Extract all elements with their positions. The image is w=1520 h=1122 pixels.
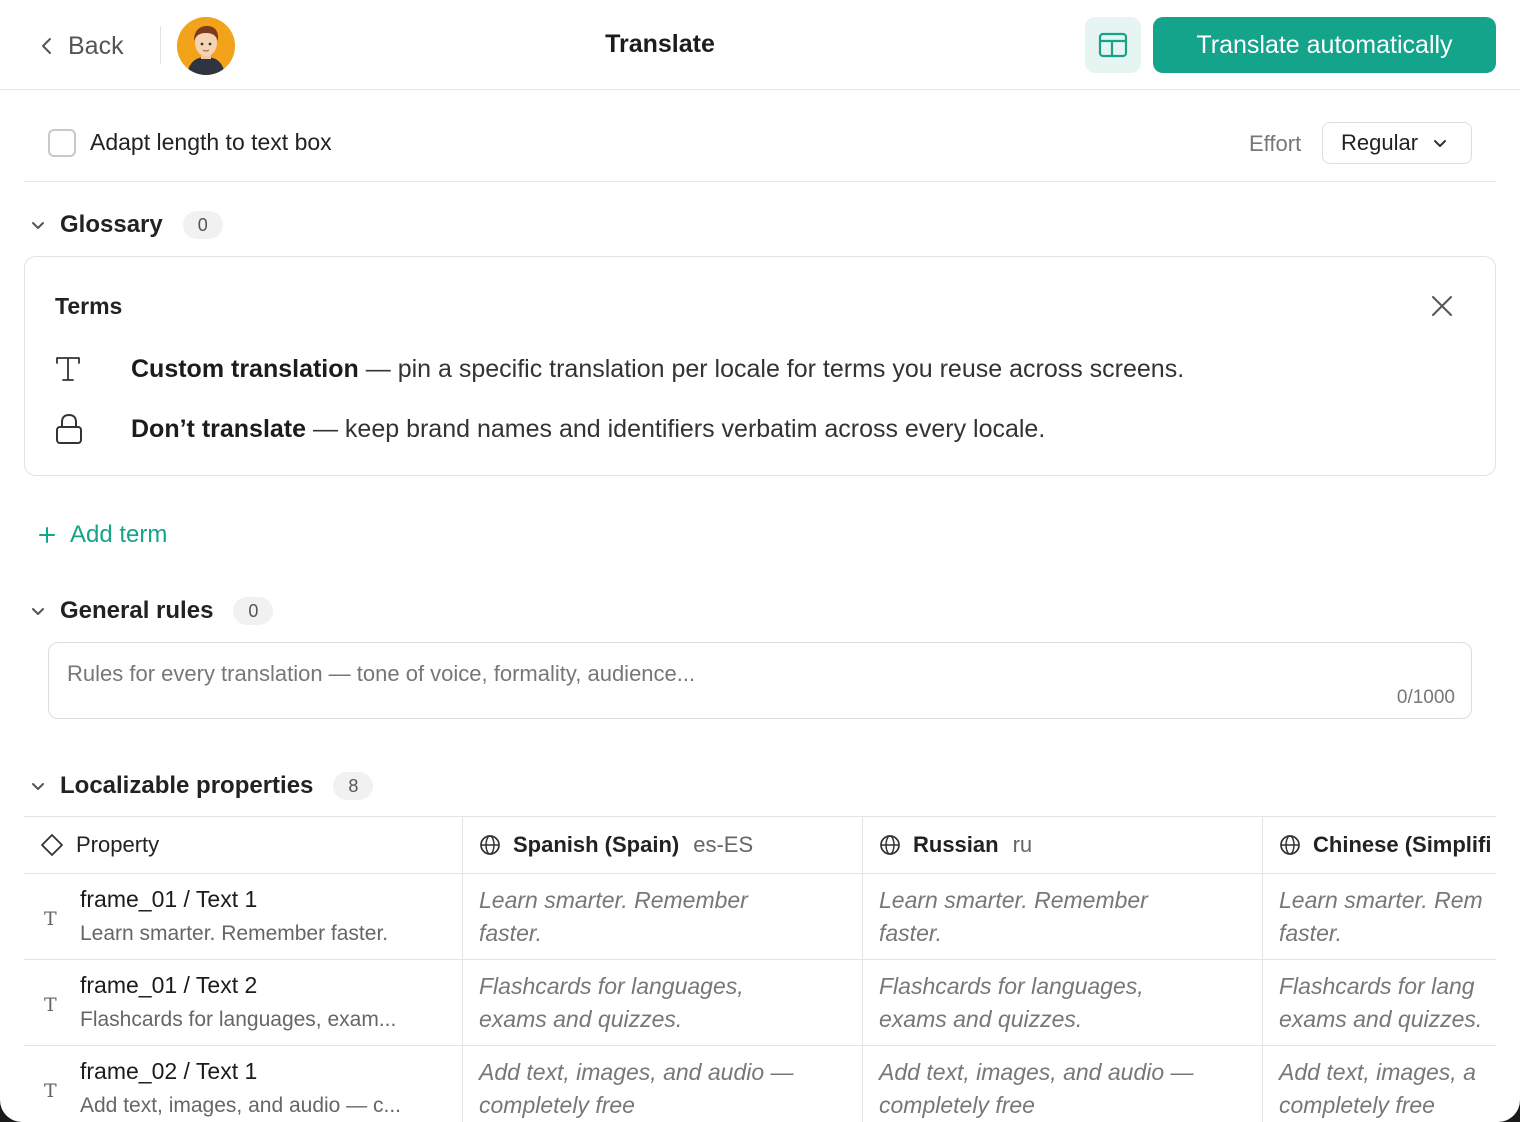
- locale-column-header[interactable]: Spanish (Spain) es-ES: [463, 817, 862, 874]
- locale-column-header[interactable]: Russian ru: [863, 817, 1262, 874]
- translation-text: Learn smarter. Remember faster.: [879, 887, 1148, 946]
- translation-text: Add text, images, and audio — completely…: [479, 1059, 794, 1118]
- table-row[interactable]: T frame_01 / Text 2 Flashcards for langu…: [24, 960, 462, 1046]
- term-info-text: — pin a specific translation per locale …: [358, 354, 1185, 383]
- terms-info-card: Terms Custom translation — pin a specifi…: [24, 256, 1496, 476]
- options-row: Adapt length to text box Effort Regular: [24, 91, 1496, 182]
- translation-cell[interactable]: Learn smarter. Remember faster.: [463, 874, 862, 960]
- translation-cell[interactable]: Learn smarter. Remember faster.: [863, 874, 1262, 960]
- chevron-down-icon: [32, 608, 44, 615]
- translate-panel: Back Translate Translate automatically A…: [0, 0, 1520, 1122]
- adapt-length-checkbox[interactable]: [48, 129, 76, 157]
- translation-text: Flashcards for languages, exams and quiz…: [479, 973, 744, 1032]
- localizable-count-badge: 8: [333, 772, 374, 800]
- text-icon: T: [44, 1080, 57, 1102]
- property-source-text: Flashcards for languages, exam...: [80, 1008, 397, 1031]
- table-row[interactable]: T frame_01 / Text 1 Learn smarter. Remem…: [24, 874, 462, 960]
- text-icon: [56, 357, 80, 381]
- chevron-down-icon: [32, 783, 44, 790]
- term-info-text: — keep brand names and identifiers verba…: [306, 414, 1046, 443]
- translation-cell[interactable]: Flashcards for languages, exams and quiz…: [863, 960, 1262, 1046]
- plus-icon: [39, 527, 55, 543]
- translation-cell[interactable]: Add text, images, a completely free: [1263, 1046, 1496, 1122]
- property-column: Property T frame_01 / Text 1 Learn smart…: [24, 817, 463, 1122]
- property-header-label: Property: [76, 832, 160, 857]
- translation-text: Learn smarter. Remember faster.: [479, 887, 748, 946]
- translation-cell[interactable]: Learn smarter. Rem faster.: [1263, 874, 1496, 960]
- locale-column-header[interactable]: Chinese (Simplifi: [1263, 817, 1496, 874]
- property-source-text: Add text, images, and audio — c...: [80, 1094, 402, 1117]
- locale-column-ru: Russian ru Learn smarter. Remember faste…: [863, 817, 1263, 1122]
- header-bar: Back Translate Translate automatically: [0, 0, 1520, 90]
- chevron-down-icon: [1434, 140, 1447, 147]
- locale-column-es: Spanish (Spain) es-ES Learn smarter. Rem…: [463, 817, 863, 1122]
- translation-text: Add text, images, and audio — completely…: [879, 1059, 1194, 1118]
- locale-name: Chinese (Simplifi: [1313, 832, 1492, 857]
- globe-icon: [1280, 835, 1300, 855]
- general-rules-section-toggle[interactable]: General rules 0: [30, 594, 274, 628]
- translation-cell[interactable]: Flashcards for lang exams and quizzes.: [1263, 960, 1496, 1046]
- glossary-section-toggle[interactable]: Glossary 0: [30, 208, 223, 242]
- locale-code: ru: [1012, 832, 1033, 857]
- diamond-icon: [41, 834, 63, 856]
- locale-code: es-ES: [693, 832, 754, 857]
- globe-icon: [480, 835, 500, 855]
- glossary-title: Glossary: [60, 211, 163, 238]
- text-icon: T: [44, 994, 57, 1016]
- table-row[interactable]: T frame_02 / Text 1 Add text, images, an…: [24, 1046, 462, 1122]
- property-column-header[interactable]: Property: [24, 817, 462, 874]
- layout-panel-icon: [1098, 32, 1128, 58]
- add-term-label: Add term: [70, 521, 168, 548]
- adapt-length-label: Adapt length to text box: [90, 129, 332, 155]
- term-info-bold: Don’t translate: [131, 414, 307, 443]
- property-name: frame_02 / Text 1: [80, 1058, 258, 1084]
- close-icon[interactable]: [1427, 291, 1457, 321]
- lock-icon: [56, 413, 82, 444]
- general-rules-field: 0/1000: [48, 642, 1472, 719]
- text-icon: T: [44, 908, 57, 930]
- translate-automatically-button[interactable]: Translate automatically: [1153, 17, 1496, 73]
- translation-text: Flashcards for lang exams and quizzes.: [1279, 973, 1483, 1032]
- chevron-down-icon: [32, 222, 44, 229]
- glossary-count-badge: 0: [182, 211, 223, 239]
- term-info-bold: Custom translation: [131, 354, 359, 383]
- locale-column-zh: Chinese (Simplifi Learn smarter. Rem fas…: [1263, 817, 1496, 1122]
- effort-select[interactable]: Regular: [1322, 122, 1472, 164]
- add-term-button[interactable]: Add term: [38, 518, 167, 552]
- locale-name: Russian: [913, 832, 999, 857]
- localizable-table: Property T frame_01 / Text 1 Learn smart…: [24, 816, 1496, 1122]
- layout-toggle-button[interactable]: [1085, 17, 1141, 73]
- translation-cell[interactable]: Add text, images, and audio — completely…: [463, 1046, 862, 1122]
- effort-label: Effort: [1249, 131, 1302, 156]
- term-info-custom-translation: Custom translation — pin a specific tran…: [55, 351, 1184, 387]
- translation-text: Learn smarter. Rem faster.: [1279, 887, 1483, 946]
- property-name: frame_01 / Text 2: [80, 972, 258, 998]
- globe-icon: [880, 835, 900, 855]
- property-name: frame_01 / Text 1: [80, 886, 258, 912]
- localizable-title: Localizable properties: [60, 772, 314, 799]
- general-rules-input[interactable]: [49, 643, 1471, 718]
- locale-name: Spanish (Spain): [513, 832, 680, 857]
- localizable-section-toggle[interactable]: Localizable properties 8: [30, 769, 374, 803]
- property-source-text: Learn smarter. Remember faster.: [80, 922, 389, 945]
- term-info-dont-translate: Don’t translate — keep brand names and i…: [55, 411, 1045, 447]
- effort-value: Regular: [1341, 130, 1419, 155]
- translation-cell[interactable]: Add text, images, and audio — completely…: [863, 1046, 1262, 1122]
- translation-cell[interactable]: Flashcards for languages, exams and quiz…: [463, 960, 862, 1046]
- general-rules-count-badge: 0: [233, 597, 274, 625]
- general-rules-title: General rules: [60, 597, 214, 624]
- terms-card-title: Terms: [55, 293, 123, 319]
- translation-text: Add text, images, a completely free: [1279, 1059, 1476, 1118]
- character-counter: 0/1000: [1396, 687, 1455, 708]
- translation-text: Flashcards for languages, exams and quiz…: [879, 973, 1144, 1032]
